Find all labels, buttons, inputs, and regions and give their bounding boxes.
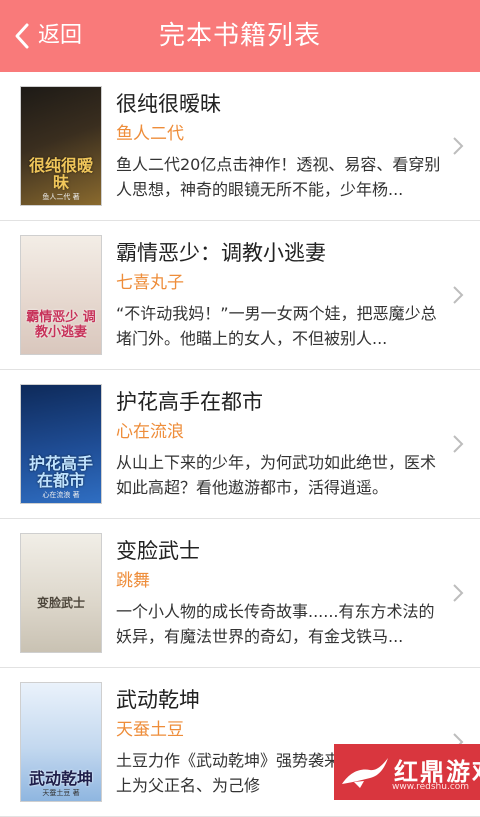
book-description: 从山上下来的少年，为何武功如此绝世，医术如此高超？看他遨游都市，活得逍遥。 xyxy=(116,453,437,497)
dragon-icon xyxy=(342,758,388,788)
watermark-url: www.redshu.com xyxy=(392,782,470,792)
book-cover: 变脸武士 xyxy=(20,533,102,653)
chevron-right-icon xyxy=(453,435,464,453)
book-list: 很纯很暧昧 鱼人二代 著 很纯很暧昧 鱼人二代 鱼人二代20亿点击神作！透视、易… xyxy=(0,72,480,817)
book-title: 霸情恶少：调教小逃妻 xyxy=(116,241,326,265)
chevron-right-icon xyxy=(453,286,464,304)
top-navigation-bar: 返回 完本书籍列表 xyxy=(0,0,480,72)
book-author: 天蚕土豆 xyxy=(116,720,184,740)
book-cover: 护花高手在都市 心在流浪 著 xyxy=(20,384,102,504)
book-author: 跳舞 xyxy=(116,571,150,591)
cover-author: 鱼人二代 著 xyxy=(42,193,80,201)
book-author: 心在流浪 xyxy=(116,422,184,442)
cover-title: 武动乾坤 xyxy=(28,769,93,788)
cover-title: 变脸武士 xyxy=(36,596,85,610)
back-label: 返回 xyxy=(38,23,83,48)
cover-title: 很纯很暧昧 xyxy=(28,156,93,192)
book-cover: 很纯很暧昧 鱼人二代 著 xyxy=(20,86,102,206)
chevron-right-icon xyxy=(453,137,464,155)
book-author: 七喜丸子 xyxy=(116,273,184,293)
book-description: 一个小人物的成长传奇故事......有东方术法的妖异，有魔法世界的奇幻，有金戈铁… xyxy=(116,602,435,646)
book-cover: 武动乾坤 天蚕土豆 著 xyxy=(20,682,102,802)
book-title: 变脸武士 xyxy=(116,539,200,563)
book-title: 护花高手在都市 xyxy=(116,390,263,414)
cover-title: 护花高手在都市 xyxy=(28,454,93,490)
cover-title: 霸情恶少 调教小逃妻 xyxy=(26,310,96,340)
book-title: 武动乾坤 xyxy=(116,688,200,712)
book-title: 很纯很暧昧 xyxy=(116,92,221,116)
list-item[interactable]: 变脸武士 变脸武士 跳舞 一个小人物的成长传奇故事......有东方术法的妖异，… xyxy=(0,519,480,668)
chevron-left-icon xyxy=(15,23,29,49)
book-description: 鱼人二代20亿点击神作！透视、易容、看穿别人思想，神奇的眼镜无所不能，少年杨..… xyxy=(116,155,441,199)
list-item[interactable]: 很纯很暧昧 鱼人二代 著 很纯很暧昧 鱼人二代 鱼人二代20亿点击神作！透视、易… xyxy=(0,72,480,221)
back-button[interactable]: 返回 xyxy=(12,18,82,54)
cover-author: 天蚕土豆 著 xyxy=(42,789,80,797)
book-description: “不许动我妈！”一男一女两个娃，把恶魔少总堵门外。他瞄上的女人，不但被别人... xyxy=(116,304,437,348)
watermark-logo: 红鼎游戏 www.redshu.com xyxy=(334,744,480,800)
book-author: 鱼人二代 xyxy=(116,124,184,144)
cover-author: 心在流浪 著 xyxy=(42,491,80,499)
list-item[interactable]: 霸情恶少 调教小逃妻 霸情恶少：调教小逃妻 七喜丸子 “不许动我妈！”一男一女两… xyxy=(0,221,480,370)
book-cover: 霸情恶少 调教小逃妻 xyxy=(20,235,102,355)
list-item[interactable]: 护花高手在都市 心在流浪 著 护花高手在都市 心在流浪 从山上下来的少年，为何武… xyxy=(0,370,480,519)
chevron-right-icon xyxy=(453,584,464,602)
